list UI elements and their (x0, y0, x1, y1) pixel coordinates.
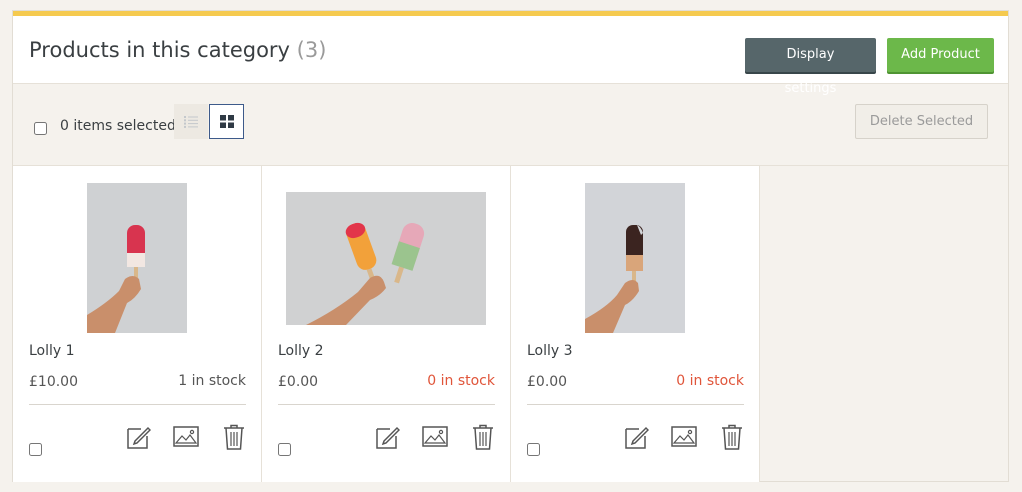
add-product-button[interactable]: Add Product (887, 38, 994, 72)
stock-status: 1 in stock (178, 373, 246, 389)
product-image[interactable] (262, 182, 510, 334)
product-price: £0.00 (278, 374, 319, 390)
display-settings-button[interactable]: Display settings (745, 38, 876, 96)
edit-button[interactable] (370, 422, 404, 452)
selected-count-label: 0 items selected (60, 118, 176, 134)
trash-icon (224, 424, 244, 450)
product-image[interactable] (13, 182, 261, 334)
product-select-checkbox[interactable] (29, 443, 42, 456)
stock-status: 0 in stock (676, 373, 744, 389)
trash-icon (722, 424, 742, 450)
delete-button[interactable] (466, 422, 500, 452)
card-divider (527, 404, 744, 405)
product-card[interactable]: Lolly 1 £10.00 1 in stock (13, 166, 262, 482)
list-icon (184, 115, 198, 128)
products-panel: Products in this category (3) Display se… (12, 10, 1009, 482)
popsicle-photo (87, 183, 187, 333)
trash-icon (473, 424, 493, 450)
product-card[interactable]: Lolly 2 £0.00 0 in stock (262, 166, 511, 482)
product-name[interactable]: Lolly 3 (527, 343, 573, 359)
select-all-checkbox[interactable] (34, 122, 47, 135)
product-select-checkbox[interactable] (527, 443, 540, 456)
list-view-button[interactable] (174, 104, 208, 139)
product-count: (3) (296, 38, 327, 62)
product-price: £10.00 (29, 374, 78, 390)
edit-icon (127, 426, 151, 449)
card-actions (121, 422, 251, 452)
product-grid: Lolly 1 £10.00 1 in stock Lolly 2 £0.00 … (13, 166, 760, 482)
stock-status: 0 in stock (427, 373, 495, 389)
card-divider (278, 404, 495, 405)
popsicle-photo (585, 183, 685, 333)
product-name[interactable]: Lolly 1 (29, 343, 75, 359)
edit-button[interactable] (121, 422, 155, 452)
image-button[interactable] (169, 422, 203, 452)
page-title: Products in this category (3) (29, 38, 326, 62)
popsicle-photo (286, 191, 486, 325)
panel-header: Products in this category (3) Display se… (13, 16, 1008, 96)
card-divider (29, 404, 246, 405)
grid-icon (219, 115, 234, 128)
selection-toolbar: 0 items selected Delete Selected (13, 84, 1008, 166)
product-card[interactable]: Lolly 3 £0.00 0 in stock (511, 166, 760, 482)
edit-button[interactable] (619, 422, 653, 452)
image-button[interactable] (667, 422, 701, 452)
image-icon (422, 426, 448, 447)
image-icon (173, 426, 199, 447)
product-image[interactable] (511, 182, 759, 334)
product-price: £0.00 (527, 374, 568, 390)
delete-button[interactable] (217, 422, 251, 452)
card-actions (619, 422, 749, 452)
product-name[interactable]: Lolly 2 (278, 343, 324, 359)
grid-view-button[interactable] (209, 104, 244, 139)
delete-selected-button[interactable]: Delete Selected (855, 104, 988, 139)
image-icon (671, 426, 697, 447)
delete-button[interactable] (715, 422, 749, 452)
title-text: Products in this category (29, 38, 290, 62)
card-actions (370, 422, 500, 452)
edit-icon (376, 426, 400, 449)
edit-icon (625, 426, 649, 449)
product-select-checkbox[interactable] (278, 443, 291, 456)
image-button[interactable] (418, 422, 452, 452)
